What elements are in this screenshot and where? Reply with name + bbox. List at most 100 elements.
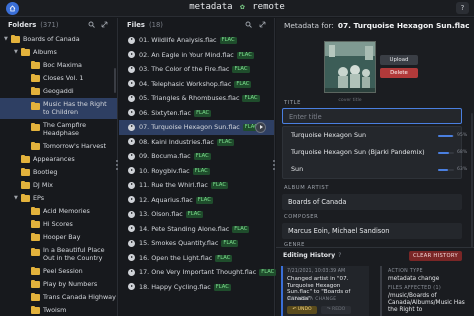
folder-item[interactable]: ▼ EPs: [0, 192, 117, 205]
play-icon[interactable]: [128, 254, 135, 262]
play-icon[interactable]: [128, 181, 135, 189]
file-name-cell: 14. Pete Standing Alone.flac FLAC: [139, 222, 250, 237]
search-icon[interactable]: [245, 18, 252, 33]
confidence-percent: 63%: [457, 167, 468, 172]
play-button[interactable]: [255, 122, 266, 133]
play-icon[interactable]: [128, 283, 135, 291]
file-row[interactable]: 04. Telephasic Workshop.flac FLAC: [119, 77, 274, 92]
play-icon[interactable]: [128, 225, 135, 233]
folder-item[interactable]: Geogaddi: [0, 85, 117, 98]
folder-item[interactable]: Peel Session: [0, 265, 117, 278]
file-row[interactable]: 09. Bocuma.flac FLAC: [119, 149, 274, 164]
format-badge: FLAC: [259, 269, 277, 276]
file-row[interactable]: 10. Roygbiv.flac FLAC: [119, 164, 274, 179]
files-resize-handle[interactable]: [273, 160, 275, 174]
chevron-down-icon[interactable]: ▼: [4, 33, 8, 46]
folder-item[interactable]: The Campfire Headphase: [0, 119, 117, 140]
format-badge: FLAC: [215, 254, 233, 262]
play-icon[interactable]: [128, 94, 135, 102]
file-row[interactable]: 07. Turquoise Hexagon Sun.flac FLAC: [119, 120, 274, 135]
play-icon[interactable]: [128, 167, 135, 175]
chevron-down-icon[interactable]: ▼: [14, 46, 18, 59]
collapse-icon[interactable]: [259, 18, 266, 33]
history-entry[interactable]: 7/21/2021, 10:03:39 AM Changed artist in…: [281, 266, 369, 316]
folder-item[interactable]: Trans Canada Highway: [0, 291, 117, 304]
file-name-cell: 13. Olson.flac FLAC: [139, 207, 203, 222]
folders-pane: Folders (371) ▼ Boards of Canada ▼ Albums Boc…: [0, 18, 118, 316]
folder-icon: [31, 292, 40, 301]
folder-item[interactable]: In a Beautiful Place Out in the Country: [0, 244, 117, 265]
play-icon[interactable]: [128, 65, 135, 73]
file-row[interactable]: 15. Smokes Quantity.flac FLAC: [119, 236, 274, 251]
folder-item[interactable]: Play by Numbers: [0, 278, 117, 291]
album-cover-image[interactable]: [324, 41, 376, 93]
chevron-down-icon[interactable]: ▼: [14, 192, 18, 205]
folder-item[interactable]: Appearances: [0, 153, 117, 166]
folder-item[interactable]: ▼ Boards of Canada: [0, 33, 117, 46]
file-name-cell: 08. Kaini Industries.flac FLAC: [139, 135, 234, 150]
folder-item[interactable]: Music Has the Right to Children: [0, 98, 117, 119]
collapse-icon[interactable]: [101, 18, 108, 33]
play-icon[interactable]: [128, 210, 135, 218]
folders-scrollbar[interactable]: [114, 68, 116, 93]
help-icon[interactable]: ?: [338, 252, 341, 259]
file-row[interactable]: 17. One Very Important Thought.flac FLAC: [119, 265, 277, 280]
folder-item[interactable]: ▼ Albums: [0, 46, 117, 59]
play-icon[interactable]: [128, 123, 135, 131]
folder-item[interactable]: Twoism: [0, 304, 117, 316]
delete-cover-button[interactable]: Delete: [380, 68, 418, 78]
play-icon[interactable]: [128, 80, 135, 88]
play-icon[interactable]: [128, 138, 135, 146]
album-artist-input[interactable]: Boards of Canada: [282, 194, 462, 210]
file-name: 15. Smokes Quantity.flac: [139, 239, 219, 247]
file-row[interactable]: 01. Wildlife Analysis.flac FLAC: [119, 33, 274, 48]
history-detail: ACTION TYPE metadata change FILES AFFECT…: [380, 266, 472, 316]
redo-button[interactable]: ↷ REDO: [321, 306, 351, 314]
suggestion-item[interactable]: Sun 63%: [283, 161, 467, 178]
file-row[interactable]: 02. An Eagle in Your Mind.flac FLAC: [119, 48, 274, 63]
metadata-scrollbar[interactable]: [471, 113, 473, 263]
confidence-bar: [438, 168, 454, 171]
folder-item[interactable]: Hooper Bay: [0, 231, 117, 244]
folder-item-label: Bootleg: [33, 168, 58, 176]
folder-icon: [31, 60, 40, 69]
suggestion-item[interactable]: Turquoise Hexagon Sun 95%: [283, 127, 467, 144]
folders-resize-handle[interactable]: [116, 160, 118, 174]
play-icon[interactable]: [128, 196, 135, 204]
file-row[interactable]: 13. Olson.flac FLAC: [119, 207, 274, 222]
folder-item[interactable]: Bootleg: [0, 166, 117, 179]
app-title: metadata ✿ remote: [0, 2, 474, 12]
play-icon[interactable]: [128, 239, 135, 247]
file-row[interactable]: 06. Sixtyten.flac FLAC: [119, 106, 274, 121]
play-icon[interactable]: [128, 152, 135, 160]
undo-button[interactable]: ↶ UNDO: [287, 306, 317, 314]
file-row[interactable]: 08. Kaini Industries.flac FLAC: [119, 135, 274, 150]
format-badge: FLAC: [236, 51, 254, 59]
file-row[interactable]: 18. Happy Cycling.flac FLAC: [119, 280, 274, 295]
file-row[interactable]: 05. Triangles & Rhombuses.flac FLAC: [119, 91, 274, 106]
folder-item-label: Geogaddi: [43, 87, 74, 95]
clear-history-button[interactable]: CLEAR HISTORY: [409, 251, 462, 261]
play-icon[interactable]: [128, 36, 135, 44]
play-icon[interactable]: [128, 109, 135, 117]
folder-item[interactable]: Hi Scores: [0, 218, 117, 231]
suggestion-item[interactable]: Turquoise Hexagon Sun (Bjarki Pandemix) 6…: [283, 144, 467, 161]
play-icon[interactable]: [128, 268, 135, 276]
play-icon[interactable]: [128, 51, 135, 59]
file-row[interactable]: 16. Open the Light.flac FLAC: [119, 251, 274, 266]
composer-input[interactable]: Marcus Eoin, Michael Sandison: [282, 223, 462, 239]
title-input[interactable]: Enter title: [282, 108, 462, 124]
folder-item[interactable]: Acid Memories: [0, 205, 117, 218]
upload-cover-button[interactable]: Upload: [380, 55, 418, 65]
file-row[interactable]: 12. Aquarius.flac FLAC: [119, 193, 274, 208]
help-button[interactable]: ?: [456, 2, 469, 14]
file-row[interactable]: 14. Pete Standing Alone.flac FLAC: [119, 222, 274, 237]
folder-item[interactable]: DJ Mix: [0, 179, 117, 192]
file-name: 10. Roygbiv.flac: [139, 166, 190, 175]
search-icon[interactable]: [88, 18, 95, 33]
file-row[interactable]: 11. Rue the Whirl.flac FLAC: [119, 178, 274, 193]
folder-item[interactable]: Closes Vol. 1: [0, 72, 117, 85]
folder-item[interactable]: Tomorrow's Harvest: [0, 140, 117, 153]
folder-item[interactable]: Boc Maxima: [0, 59, 117, 72]
file-row[interactable]: 03. The Color of the Fire.flac FLAC: [119, 62, 274, 77]
